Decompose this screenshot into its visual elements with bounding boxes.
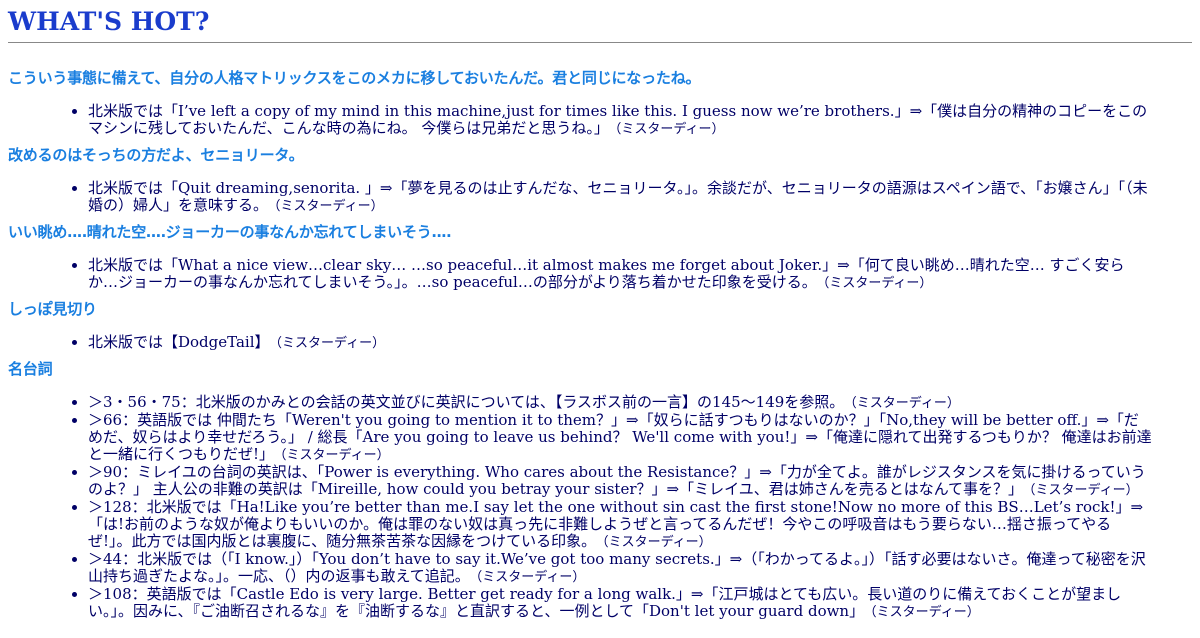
- section-heading: こういう事態に備えて、自分の人格マトリックスをこのメカに移しておいたんだ。君と同…: [8, 69, 701, 87]
- list-item: ＞90：ミレイユの台詞の英訳は、「Power is everything. Wh…: [88, 464, 1192, 499]
- section-list: 北米版では【DodgeTail】 （ミスターディー）: [8, 334, 1192, 352]
- list-item: ＞3・56・75：北米版のかみとの会話の英文並びに英訳については、【ラスボス前の…: [88, 394, 1192, 412]
- attribution: （ミスターディー）: [275, 336, 386, 351]
- item-text: ＞90：ミレイユの台詞の英訳は、「Power is everything. Wh…: [88, 463, 1146, 498]
- attribution: （ミスターディー）: [614, 122, 725, 137]
- item-text: ＞44：北米版では（「I know.」）「You don’t have to s…: [88, 550, 1146, 585]
- attribution: （ミスターディー）: [850, 396, 960, 411]
- section-heading: 改めるのはそっちの方だよ、セニョリータ。: [8, 146, 304, 164]
- list-item: 北米版では【DodgeTail】 （ミスターディー）: [88, 334, 1192, 352]
- section-list: ＞3・56・75：北米版のかみとの会話の英文並びに英訳については、【ラスボス前の…: [8, 394, 1192, 621]
- section-heading: 名台詞: [8, 360, 53, 378]
- item-text: 北米版では「Quit dreaming,senorita. 」⇒「夢を見るのは止…: [88, 179, 1148, 214]
- item-text: ＞66：英語版では 仲間たち「Weren't you going to ment…: [88, 411, 1152, 463]
- section-list: 北米版では「What a nice view…clear sky… …so pe…: [8, 257, 1192, 292]
- list-item: ＞128：北米版では「Ha!Like you’re better than me…: [88, 499, 1192, 551]
- attribution: （ミスターディー）: [475, 570, 586, 585]
- section-list: 北米版では「I’ve left a copy of my mind in thi…: [8, 103, 1192, 138]
- attribution: （ミスターディー）: [280, 448, 390, 463]
- content: こういう事態に備えて、自分の人格マトリックスをこのメカに移しておいたんだ。君と同…: [8, 69, 1192, 621]
- attribution: （ミスターディー）: [1029, 483, 1139, 498]
- item-text: 北米版では【DodgeTail】: [88, 333, 270, 351]
- list-item: ＞66：英語版では 仲間たち「Weren't you going to ment…: [88, 412, 1192, 464]
- attribution: （ミスターディー）: [870, 605, 980, 620]
- divider: [8, 42, 1192, 43]
- list-item: 北米版では「I’ve left a copy of my mind in thi…: [88, 103, 1192, 138]
- section-heading: しっぽ見切り: [8, 300, 97, 318]
- attribution: （ミスターディー）: [602, 535, 712, 550]
- attribution: （ミスターディー）: [822, 276, 933, 291]
- attribution: （ミスターディー）: [274, 199, 384, 214]
- item-text: ＞3・56・75：北米版のかみとの会話の英文並びに英訳については、【ラスボス前の…: [88, 393, 845, 411]
- item-text: 北米版では「What a nice view…clear sky… …so pe…: [88, 256, 1125, 291]
- list-item: 北米版では「What a nice view…clear sky… …so pe…: [88, 257, 1192, 292]
- list-item: ＞108：英語版では「Castle Edo is very large. Bet…: [88, 586, 1192, 621]
- section-heading: いい眺め‥‥晴れた空‥‥ジョーカーの事なんか忘れてしまいそう‥‥: [8, 223, 452, 241]
- page-title: WHAT'S HOT?: [8, 7, 210, 36]
- list-item: ＞44：北米版では（「I know.」）「You don’t have to s…: [88, 551, 1192, 586]
- section-list: 北米版では「Quit dreaming,senorita. 」⇒「夢を見るのは止…: [8, 180, 1192, 215]
- list-item: 北米版では「Quit dreaming,senorita. 」⇒「夢を見るのは止…: [88, 180, 1192, 215]
- page: WHAT'S HOT? こういう事態に備えて、自分の人格マトリックスをこのメカに…: [0, 8, 1200, 621]
